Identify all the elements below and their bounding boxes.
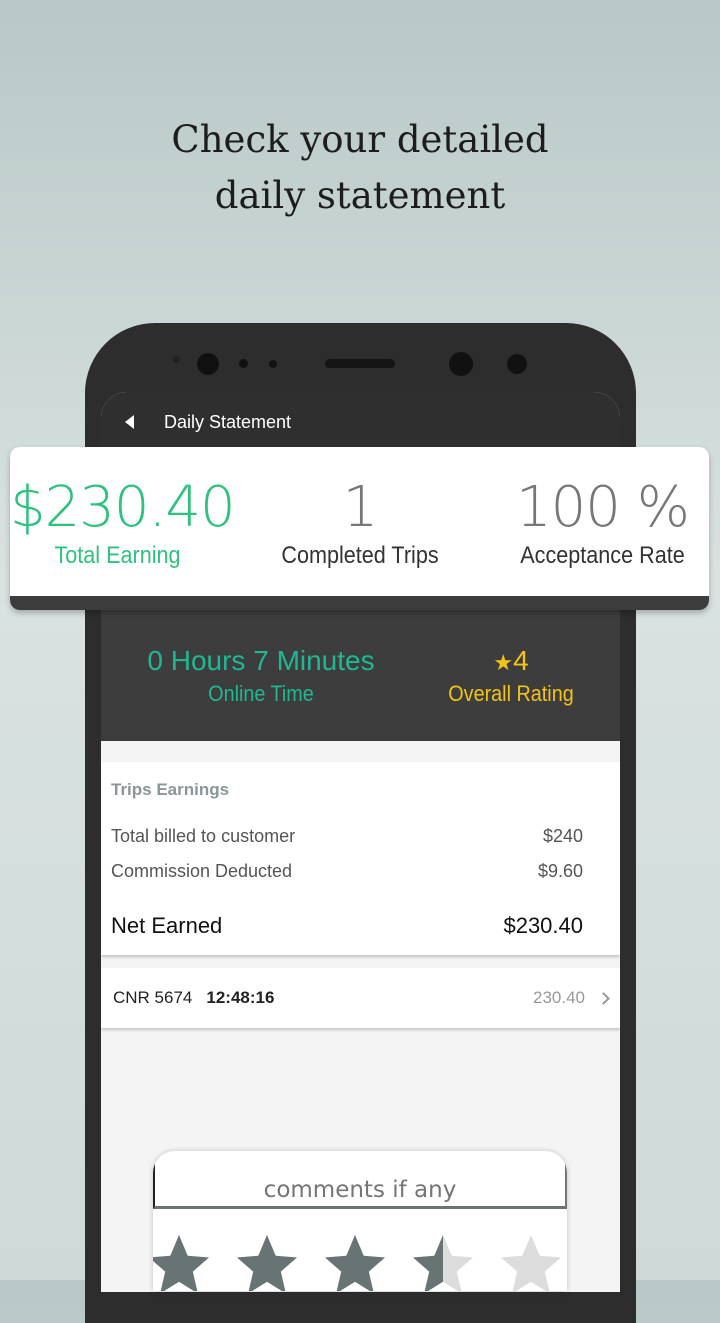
star-icon[interactable]: [319, 1229, 391, 1291]
star-icon[interactable]: [153, 1229, 215, 1291]
star-icon[interactable]: [407, 1229, 479, 1291]
speaker: [325, 359, 395, 368]
app-bar: Daily Statement: [101, 392, 620, 452]
trips-earnings-card: Trips Earnings Total billed to customer $…: [101, 762, 620, 955]
headline: Check your detailed daily statement: [171, 118, 549, 217]
sensor: [449, 352, 473, 376]
billed-row: Total billed to customer $240: [111, 826, 583, 846]
star-icon[interactable]: [231, 1229, 303, 1291]
completed-trips: 1 Completed Trips: [281, 475, 439, 569]
online-rating-panel: 0 Hours 7 Minutes Online Time ★4 Overall…: [101, 610, 620, 741]
comments-input[interactable]: [153, 1151, 567, 1209]
acceptance-rate: 100 % Acceptance Rate: [516, 475, 690, 569]
camera-icon: [197, 353, 219, 375]
feedback-dialog: [153, 1151, 567, 1291]
summary-card: $230.40 Total Earning 1 Completed Trips …: [10, 447, 709, 610]
commission-row: Commission Deducted $9.60: [111, 861, 583, 881]
total-earning: $230.40 Total Earning: [10, 475, 236, 569]
overall-rating: ★4 Overall Rating: [448, 645, 574, 706]
trip-row[interactable]: CNR 5674 12:48:16 230.40: [101, 968, 620, 1028]
net-earned-row: Net Earned $230.40: [111, 913, 583, 938]
star-icon[interactable]: [495, 1229, 567, 1291]
rating-stars[interactable]: [153, 1229, 567, 1291]
back-icon[interactable]: [125, 415, 134, 429]
online-time: 0 Hours 7 Minutes Online Time: [147, 645, 375, 706]
page-title: Daily Statement: [164, 411, 292, 432]
star-icon: ★: [493, 650, 514, 675]
chevron-right-icon: [597, 991, 610, 1005]
